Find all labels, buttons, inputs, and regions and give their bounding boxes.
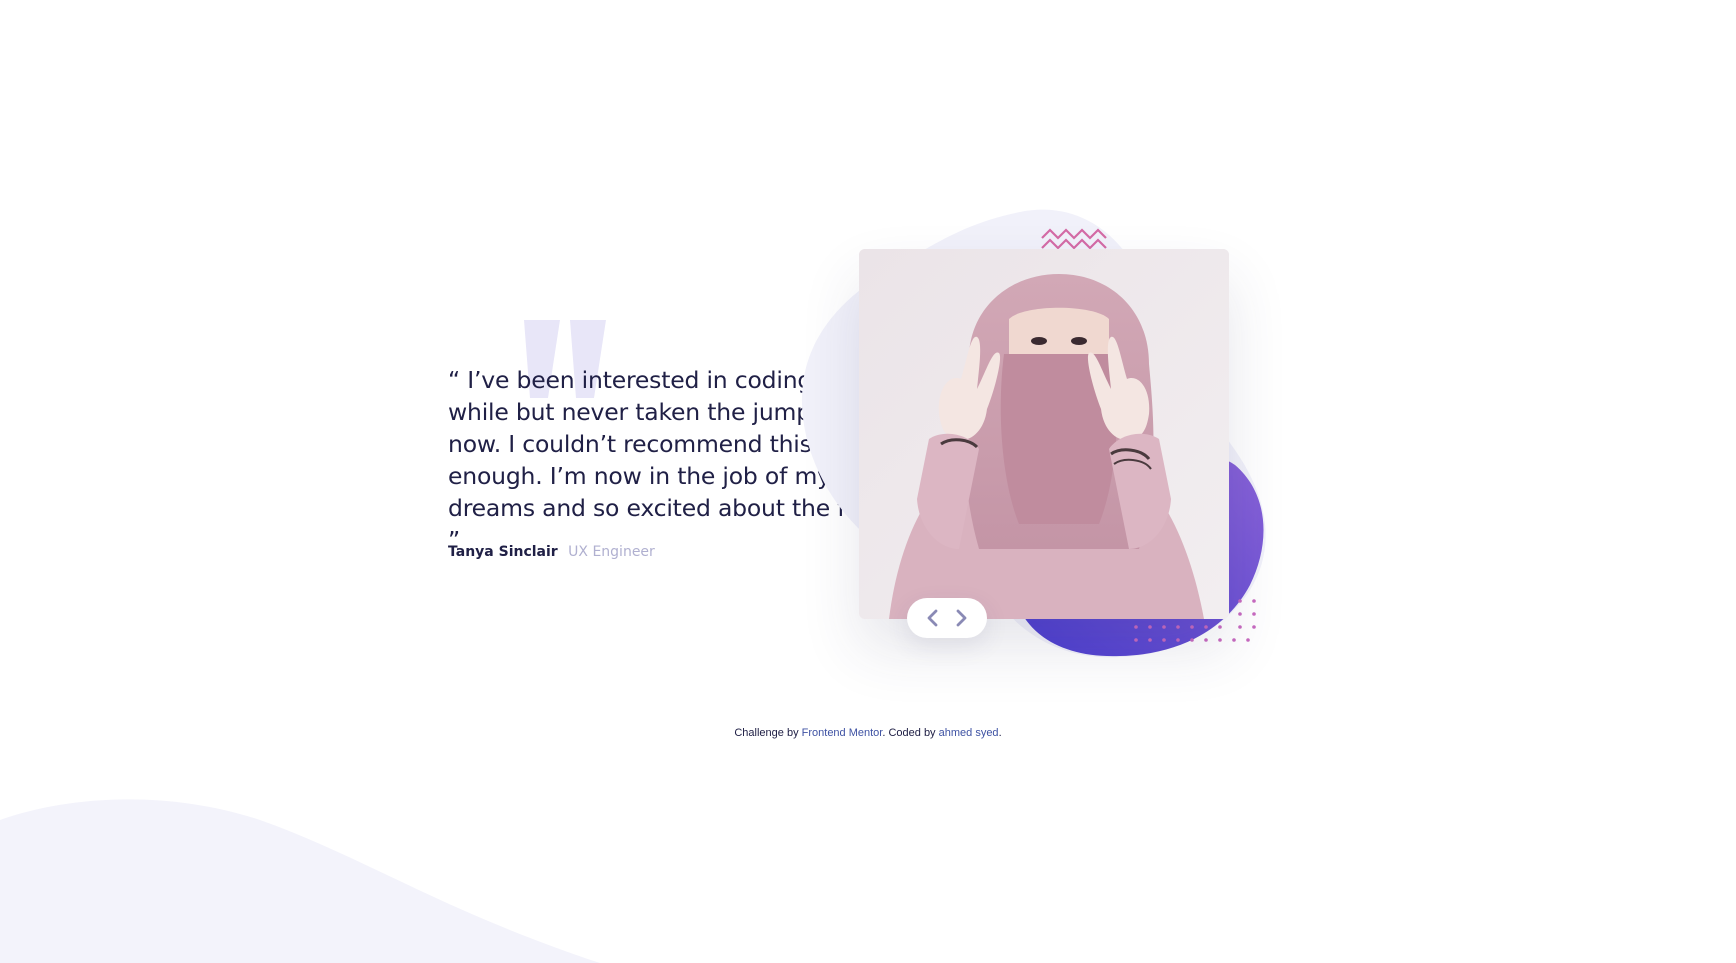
decoration-dot: [1162, 625, 1166, 629]
next-button[interactable]: [949, 606, 973, 630]
chevron-left-icon: [927, 609, 938, 627]
decoration-dot: [1134, 625, 1138, 629]
background-curve: [0, 799, 600, 963]
decoration-dot: [1204, 638, 1208, 642]
decoration-dot: [1190, 625, 1194, 629]
decoration-dot: [1218, 625, 1222, 629]
testimonial-page: “ I’ve been interested in coding for a w…: [0, 0, 1736, 963]
decoration-dot: [1134, 638, 1138, 642]
decoration-dot: [1246, 638, 1250, 642]
decoration-dot: [1238, 625, 1242, 629]
decoration-dot: [1252, 612, 1256, 616]
portrait-photo-icon: [859, 249, 1229, 619]
carousel-navigation: [907, 598, 987, 638]
testimonial-photo: [859, 249, 1229, 619]
attribution-suffix: .: [998, 727, 1002, 739]
decoration-dot: [1252, 599, 1256, 603]
frontend-mentor-link[interactable]: Frontend Mentor: [802, 727, 883, 739]
decoration-dot: [1204, 625, 1208, 629]
attribution: Challenge by Frontend Mentor. Coded by a…: [0, 727, 1736, 739]
decoration-dot: [1190, 638, 1194, 642]
attribution-prefix: Challenge by: [734, 727, 802, 739]
testimonial-author: Tanya Sinclair UX Engineer: [448, 542, 655, 562]
decoration-dot: [1238, 599, 1242, 603]
previous-button[interactable]: [921, 606, 945, 630]
decoration-dot: [1176, 638, 1180, 642]
decoration-dot: [1148, 625, 1152, 629]
chevron-right-icon: [956, 609, 967, 627]
author-name: Tanya Sinclair: [448, 544, 558, 560]
decoration-dot: [1148, 638, 1152, 642]
decoration-dot: [1238, 612, 1242, 616]
attribution-middle: . Coded by: [882, 727, 939, 739]
decoration-dot: [1252, 625, 1256, 629]
decoration-dot: [1162, 638, 1166, 642]
decoration-dot: [1176, 625, 1180, 629]
decoration-dot: [1232, 638, 1236, 642]
author-link[interactable]: ahmed syed: [939, 727, 999, 739]
author-role: UX Engineer: [568, 544, 655, 560]
decoration-dot: [1218, 638, 1222, 642]
